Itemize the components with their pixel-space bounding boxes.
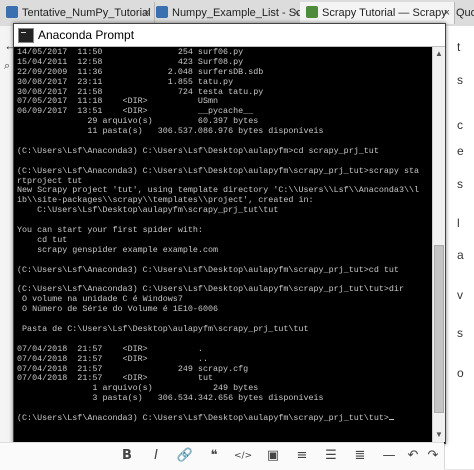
undo-button[interactable]: ↶ <box>404 446 422 466</box>
page-text-fragment: v <box>457 288 463 302</box>
console-output[interactable]: 14/05/2017 11:50 254 surf06.py 15/04/2011… <box>17 48 429 440</box>
editor-toolbar: B I 🔗 ❝ </> ▣ ≡ ☰ ≣ — ↶ ↷ <box>0 442 444 470</box>
image-button[interactable]: ▣ <box>264 446 282 466</box>
console-line: You can start your first spider with: <box>17 225 203 236</box>
tab-scrapy-tutorial[interactable]: Scrapy Tutorial — Scrapy × <box>300 2 455 24</box>
scipy-favicon-icon <box>156 6 168 18</box>
page-text-fragment: e <box>457 144 464 158</box>
console-line: scrapy genspider example example.com <box>17 244 219 255</box>
scroll-down-arrow-icon[interactable]: ▼ <box>433 428 445 442</box>
scipy-favicon-icon <box>6 6 18 18</box>
anaconda-prompt-window[interactable]: Anaconda Prompt 14/05/2017 11:50 254 sur… <box>13 23 446 444</box>
bold-button[interactable]: B <box>118 446 136 466</box>
console-scrollbar[interactable]: ▲ ▼ <box>432 47 445 442</box>
code-button[interactable]: </> <box>234 446 252 466</box>
console-line: Pasta de C:\Users\Lsf\Desktop\aulapyfm\s… <box>17 323 309 334</box>
page-text-fragment: a <box>457 248 464 262</box>
scroll-up-arrow-icon[interactable]: ▲ <box>433 47 445 61</box>
page-text-fragment: l <box>457 216 460 230</box>
page-text-fragment: s <box>457 326 463 340</box>
console-line: C:\Users\Lsf\Desktop\aulapyfm\scrapy_prj… <box>17 205 279 216</box>
window-title: Anaconda Prompt <box>38 28 135 42</box>
tab-label: Tentative_NumPy_Tutorial - S <box>22 7 155 19</box>
page-text-fragment: t <box>457 40 461 54</box>
console-line: 3 pasta(s) 306.534.342.656 bytes disponí… <box>17 393 324 404</box>
page-text-fragment: s <box>457 177 463 191</box>
page-text-fragment: c <box>457 118 463 132</box>
tab-label: Scrapy Tutorial — Scrapy <box>322 7 447 19</box>
quote-button[interactable]: ❝ <box>205 446 223 466</box>
bullet-list-button[interactable]: ☰ <box>322 446 340 466</box>
console-line: 11 pasta(s) 306.537.086.976 bytes dispon… <box>17 126 324 137</box>
window-titlebar[interactable]: Anaconda Prompt <box>14 24 445 47</box>
tab-label: Numpy_Example_List - SciPy <box>172 7 305 19</box>
search-icon[interactable]: ⌕ <box>4 60 10 73</box>
console-line: (C:\Users\Lsf\Anaconda3) C:\Users\Lsf\De… <box>17 413 429 424</box>
redo-button[interactable]: ↷ <box>424 446 442 466</box>
page-content-right-strip: t s c e s l a v s o <box>444 26 474 469</box>
rule-button[interactable]: — <box>380 446 398 466</box>
tab-quora[interactable]: Quo <box>450 2 474 24</box>
console-app-icon <box>18 28 34 43</box>
tab-numpy-tutorial[interactable]: Tentative_NumPy_Tutorial - S × <box>0 2 155 24</box>
heading-button[interactable]: ≣ <box>351 446 369 466</box>
console-line: (C:\Users\Lsf\Anaconda3) C:\Users\Lsf\De… <box>17 264 399 275</box>
console-line: O Número de Série do Volume é 1E10-6006 <box>17 304 219 315</box>
scrollbar-thumb[interactable] <box>434 245 444 413</box>
page-text-fragment: o <box>457 366 464 380</box>
ordered-list-button[interactable]: ≡ <box>293 446 311 466</box>
console-line: (C:\Users\Lsf\Anaconda3) C:\Users\Lsf\De… <box>17 145 379 156</box>
tab-numpy-example-list[interactable]: Numpy_Example_List - SciPy × <box>150 2 305 24</box>
link-button[interactable]: 🔗 <box>176 446 194 466</box>
text-cursor <box>388 418 394 420</box>
tab-label: Quo <box>456 7 474 19</box>
italic-button[interactable]: I <box>147 446 165 466</box>
scrapy-favicon-icon <box>306 6 318 18</box>
page-text-fragment: s <box>457 73 463 87</box>
